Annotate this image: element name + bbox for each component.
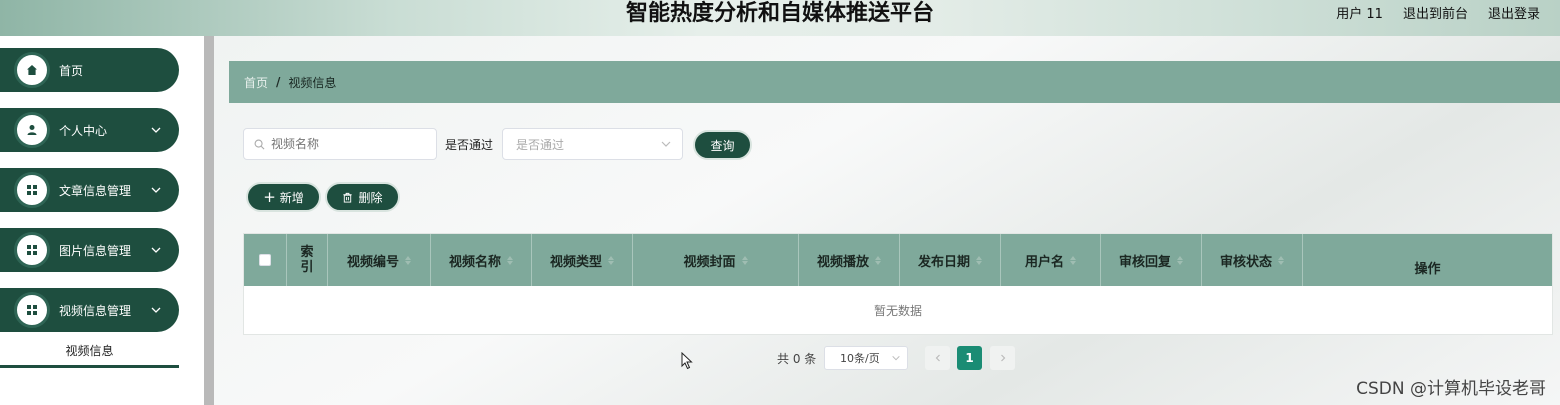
- sort-icon: [507, 255, 513, 265]
- mouse-cursor-icon: [681, 352, 693, 370]
- breadcrumb-home-link[interactable]: 首页: [244, 74, 268, 91]
- breadcrumb-current: 视频信息: [288, 75, 337, 90]
- chevron-down-icon: [892, 355, 900, 361]
- home-icon: [14, 52, 50, 88]
- column-header-video-type[interactable]: 视频类型: [532, 234, 633, 286]
- column-header-video-number[interactable]: 视频编号: [328, 234, 431, 286]
- column-header-video-play[interactable]: 视频播放: [799, 234, 900, 286]
- delete-button[interactable]: 删除: [325, 182, 400, 212]
- user-icon: [14, 112, 50, 148]
- grid-icon: [14, 232, 50, 268]
- sort-icon: [405, 255, 411, 265]
- chevron-down-icon: [151, 187, 161, 193]
- query-button[interactable]: 查询: [693, 130, 752, 160]
- sort-icon: [875, 255, 881, 265]
- query-button-label: 查询: [710, 138, 735, 153]
- top-header: 智能热度分析和自媒体推送平台 用户 11 退出到前台 退出登录: [0, 0, 1560, 36]
- sort-icon: [741, 255, 748, 265]
- sort-icon: [608, 255, 614, 265]
- sidebar-item-label: 图片信息管理: [59, 243, 132, 258]
- sidebar-item-personal-center[interactable]: 个人中心: [0, 108, 179, 152]
- pass-filter-label: 是否通过: [445, 138, 494, 152]
- column-header-username[interactable]: 用户名: [1001, 234, 1101, 286]
- column-header-publish-date[interactable]: 发布日期: [900, 234, 1001, 286]
- sidebar-item-label: 首页: [59, 63, 84, 78]
- chevron-down-icon: [661, 141, 671, 147]
- pagination-total: 共 0 条: [777, 352, 817, 366]
- sidebar-subitem-video-info[interactable]: 视频信息: [0, 338, 179, 368]
- column-header-review-status[interactable]: 审核状态: [1202, 234, 1303, 286]
- video-name-search-field[interactable]: [243, 128, 437, 160]
- next-page-button[interactable]: [990, 346, 1015, 370]
- table-header: 索引 视频编号 视频名称 视频类型 视频封面 视频播放 发布日期 用户名 审核回…: [244, 234, 1552, 286]
- sidebar-item-video-management[interactable]: 视频信息管理: [0, 288, 179, 332]
- video-name-input[interactable]: [271, 137, 421, 151]
- sort-icon: [1177, 255, 1183, 265]
- column-header-video-cover[interactable]: 视频封面: [633, 234, 799, 286]
- trash-icon: [343, 192, 353, 203]
- sort-icon: [976, 255, 982, 265]
- sidebar-item-image-management[interactable]: 图片信息管理: [0, 228, 179, 272]
- pass-filter-select[interactable]: 是否通过: [502, 128, 683, 160]
- logout-link[interactable]: 退出登录: [1488, 3, 1540, 22]
- select-all-checkbox[interactable]: [259, 254, 271, 266]
- page-number-button[interactable]: 1: [957, 346, 982, 370]
- page-size-value: 10条/页: [840, 352, 880, 365]
- add-button[interactable]: + 新增: [246, 182, 321, 212]
- column-header-actions: 操作: [1414, 261, 1441, 277]
- select-all-cell: [244, 234, 287, 286]
- column-header-video-name[interactable]: 视频名称: [431, 234, 532, 286]
- grid-icon: [14, 172, 50, 208]
- page-size-select[interactable]: 10条/页: [824, 346, 908, 370]
- column-header-review-reply[interactable]: 审核回复: [1101, 234, 1202, 286]
- chevron-down-icon: [151, 247, 161, 253]
- sidebar-item-label: 文章信息管理: [59, 183, 132, 198]
- breadcrumb: 首页 / 视频信息: [229, 61, 1560, 103]
- sidebar-item-article-management[interactable]: 文章信息管理: [0, 168, 179, 212]
- pass-filter-placeholder: 是否通过: [516, 137, 565, 152]
- watermark-text: CSDN @计算机毕设老哥: [1356, 379, 1546, 399]
- plus-icon: +: [263, 188, 276, 206]
- grid-icon: [14, 292, 50, 328]
- chevron-down-icon: [151, 307, 161, 313]
- column-header-index: 索引: [287, 234, 328, 286]
- sort-icon: [1278, 255, 1284, 265]
- sort-icon: [1070, 255, 1076, 265]
- breadcrumb-separator: /: [276, 75, 281, 89]
- chevron-down-icon: [151, 127, 161, 133]
- table-empty-text: 暂无数据: [873, 303, 922, 318]
- header-links: 用户 11 退出到前台 退出登录: [1336, 0, 1540, 24]
- video-table: 索引 视频编号 视频名称 视频类型 视频封面 视频播放 发布日期 用户名 审核回…: [243, 233, 1553, 335]
- back-to-front-link[interactable]: 退出到前台: [1403, 3, 1468, 22]
- chevron-right-icon: [1000, 354, 1005, 362]
- user-name-link[interactable]: 用户 11: [1336, 3, 1383, 22]
- search-icon: [254, 139, 265, 149]
- sidebar-item-label: 视频信息管理: [59, 303, 132, 318]
- sidebar-item-home[interactable]: 首页: [0, 48, 179, 92]
- sidebar-scrollbar[interactable]: [204, 36, 214, 405]
- sidebar-item-label: 个人中心: [59, 123, 108, 138]
- app-title: 智能热度分析和自媒体推送平台: [625, 1, 934, 26]
- delete-button-label: 删除: [358, 190, 383, 205]
- chevron-left-icon: [935, 354, 940, 362]
- prev-page-button[interactable]: [925, 346, 950, 370]
- add-button-label: 新增: [279, 190, 304, 205]
